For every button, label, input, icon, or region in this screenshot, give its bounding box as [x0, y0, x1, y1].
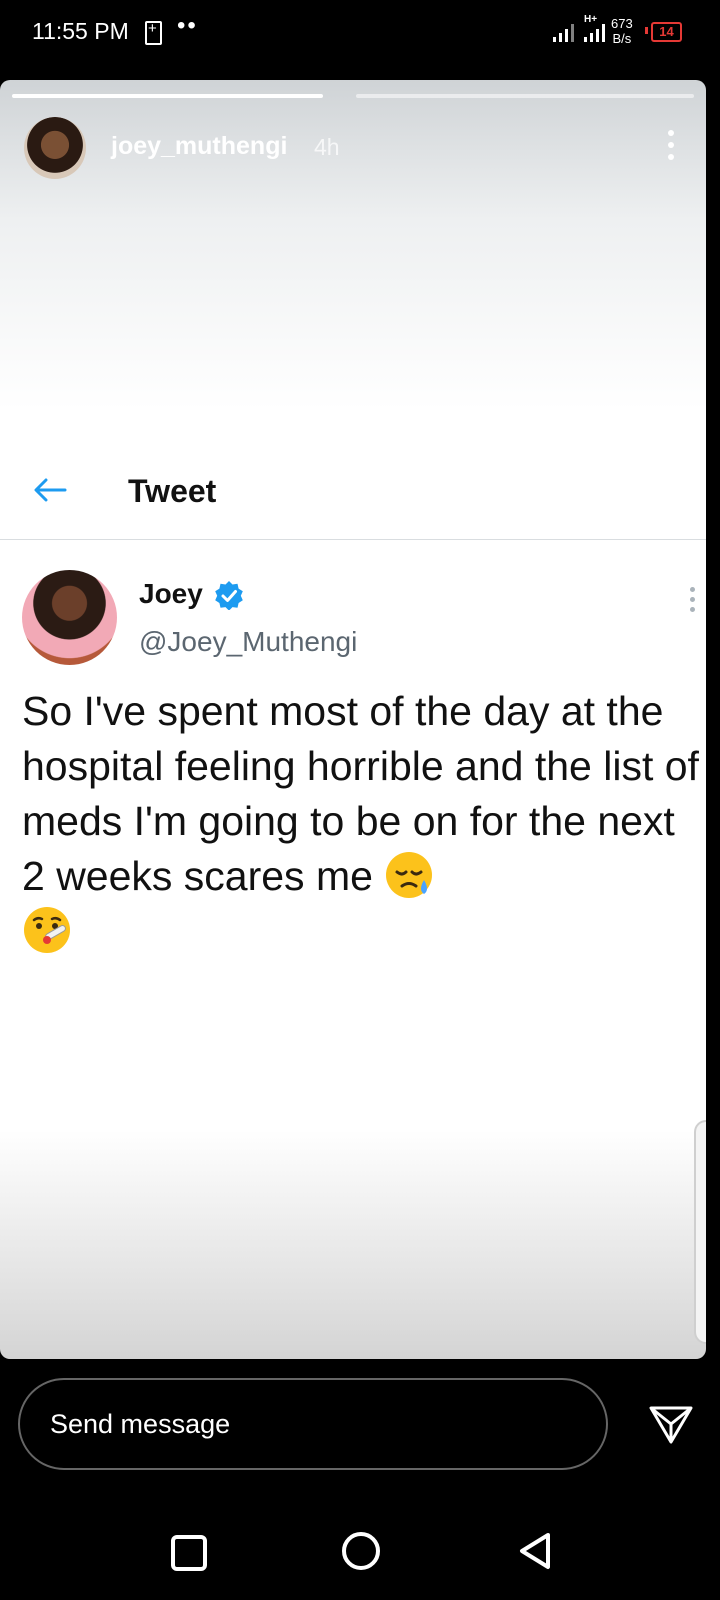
battery-saver-icon — [145, 20, 162, 45]
recents-square-icon[interactable] — [171, 1535, 207, 1571]
story-progress-2 — [356, 94, 694, 98]
story-card[interactable]: joey_muthengi 4h Tweet Joey @Joey_Muthen… — [0, 80, 706, 1359]
send-paper-plane-icon[interactable] — [649, 1404, 693, 1444]
speed-value: 673 — [611, 16, 633, 31]
status-time: 11:55 PM — [32, 18, 129, 44]
sad-tear-face-emoji — [386, 852, 433, 898]
signal-icon — [553, 24, 574, 42]
tweet-author-avatar — [22, 570, 117, 665]
divider — [0, 539, 706, 540]
verified-badge-icon — [215, 581, 243, 610]
speed-unit: B/s — [612, 31, 632, 46]
home-circle-icon[interactable] — [342, 1532, 380, 1570]
side-panel-handle[interactable] — [694, 1120, 706, 1344]
notification-dots: •• — [177, 12, 198, 39]
tweet-more-icon — [690, 587, 695, 617]
tweet-body-text: So I've spent most of the day at the hos… — [22, 688, 699, 899]
thermometer-face-emoji — [24, 907, 70, 953]
battery-icon: 14 — [651, 22, 682, 42]
send-message-input[interactable]: Send message — [18, 1378, 608, 1470]
back-triangle-icon[interactable] — [518, 1532, 552, 1570]
vertical-ellipsis-icon[interactable] — [668, 130, 674, 166]
story-username[interactable]: joey_muthengi — [111, 132, 287, 161]
battery-tip — [645, 27, 648, 34]
tweet-author-name: Joey — [139, 578, 203, 609]
network-speed: 673 B/s — [611, 16, 633, 46]
tweet-author-handle: @Joey_Muthengi — [139, 626, 358, 657]
status-bar: 11:55 PM •• H+ 673 B/s 14 — [0, 0, 720, 68]
arrow-left-icon — [34, 478, 67, 502]
signal-icon-2 — [584, 24, 605, 42]
story-time-ago: 4h — [314, 134, 340, 160]
story-avatar[interactable] — [24, 117, 86, 179]
tweet-body: So I've spent most of the day at the hos… — [22, 684, 702, 959]
story-progress-1 — [12, 94, 323, 98]
tweet-header-title: Tweet — [128, 473, 217, 509]
